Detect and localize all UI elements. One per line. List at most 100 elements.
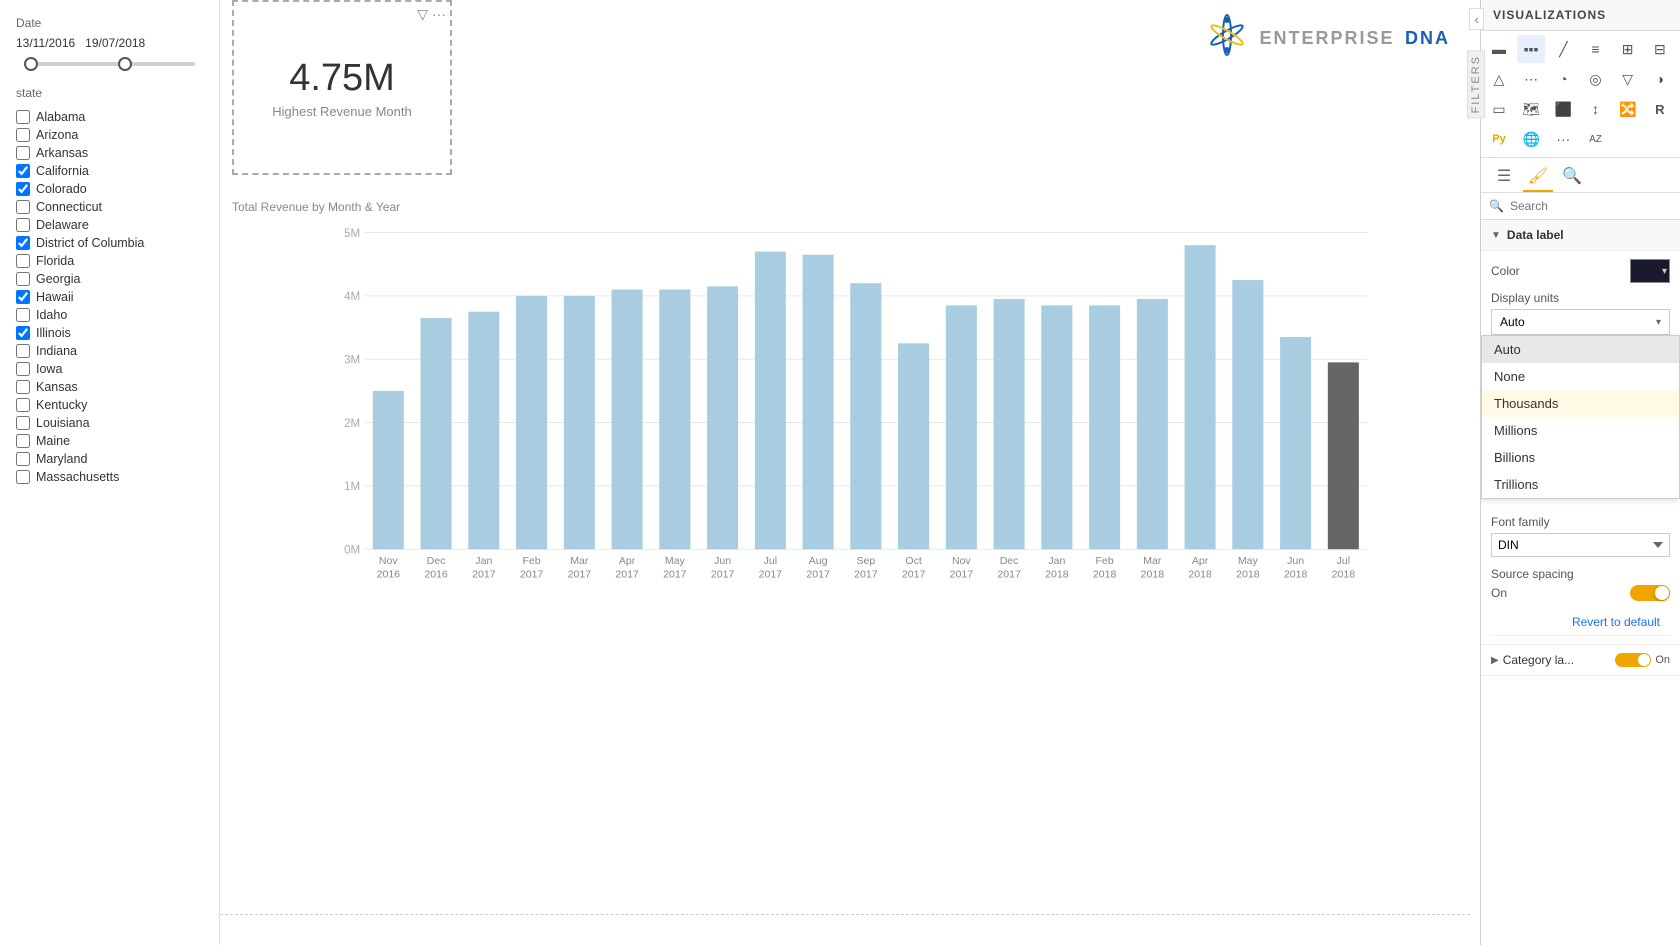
svg-text:2017: 2017 (520, 569, 544, 581)
filter-icon[interactable]: ▽ (417, 6, 428, 23)
state-checkbox-hawaii[interactable] (16, 290, 30, 304)
state-checkbox-georgia[interactable] (16, 272, 30, 286)
bar-chart-area: Total Revenue by Month & Year 5M4M3M2M1M… (232, 200, 1468, 925)
state-checkbox-alabama[interactable] (16, 110, 30, 124)
viz-donut-icon[interactable]: ◎ (1581, 65, 1609, 93)
svg-text:Feb: Feb (522, 555, 540, 567)
right-panel-tabs: ☰ 🖌 🔍 (1481, 158, 1680, 193)
dropdown-option-trillions[interactable]: Trillions (1482, 471, 1679, 498)
state-checkbox-florida[interactable] (16, 254, 30, 268)
dropdown-option-millions[interactable]: Millions (1482, 417, 1679, 444)
svg-text:2018: 2018 (1093, 569, 1117, 581)
svg-text:Jan: Jan (1048, 555, 1065, 567)
state-name: Connecticut (36, 200, 102, 214)
state-checkbox-idaho[interactable] (16, 308, 30, 322)
dna-text: DNA (1405, 28, 1450, 48)
state-item: Colorado (16, 180, 203, 198)
state-checkbox-kentucky[interactable] (16, 398, 30, 412)
state-name: Kansas (36, 380, 78, 394)
display-units-trigger[interactable]: Auto ▾ (1491, 309, 1670, 335)
state-checkbox-kansas[interactable] (16, 380, 30, 394)
dropdown-option-none[interactable]: None (1482, 363, 1679, 390)
viz-icon-grid-1: ▬ ▪▪▪ ╱ ≡ ⊞ ⊟ △ ⋯ ◔ ◎ ▽ ◑ ▭ 🗺 ⬛ ↕ 🔀 R Py… (1481, 31, 1680, 158)
state-checkbox-colorado[interactable] (16, 182, 30, 196)
state-checkbox-delaware[interactable] (16, 218, 30, 232)
logo-icon (1202, 10, 1252, 67)
svg-text:Dec: Dec (1000, 555, 1019, 567)
viz-decomp-icon[interactable]: 🌐 (1517, 125, 1545, 153)
source-spacing-toggle[interactable] (1630, 585, 1670, 601)
viz-gauge-icon[interactable]: ◑ (1646, 65, 1674, 93)
revert-button[interactable]: Revert to default (1491, 609, 1670, 636)
viz-more-icon[interactable]: ··· (1549, 125, 1577, 153)
state-checkbox-connecticut[interactable] (16, 200, 30, 214)
svg-text:2017: 2017 (854, 569, 878, 581)
filters-tab[interactable]: FILTERS (1467, 50, 1485, 118)
viz-az-icon[interactable]: AZ (1581, 125, 1609, 153)
state-checkbox-arkansas[interactable] (16, 146, 30, 160)
viz-table-icon[interactable]: ⊞ (1614, 35, 1642, 63)
state-checkbox-louisiana[interactable] (16, 416, 30, 430)
font-label: Font family (1491, 515, 1550, 529)
state-name: Louisiana (36, 416, 90, 430)
state-item: Kansas (16, 378, 203, 396)
svg-text:2017: 2017 (711, 569, 735, 581)
viz-python-icon[interactable]: Py (1485, 125, 1513, 153)
state-name: Maryland (36, 452, 87, 466)
viz-bar2-icon[interactable]: ≡ (1581, 35, 1609, 63)
logo-text: ENTERPRISE DNA (1260, 28, 1450, 49)
section-collapse-icon: ▼ (1491, 230, 1501, 241)
svg-text:Dec: Dec (427, 555, 446, 567)
svg-text:1M: 1M (344, 480, 360, 493)
viz-scatter-icon[interactable]: ⋯ (1517, 65, 1545, 93)
category-toggle-thumb (1638, 654, 1650, 666)
color-swatch[interactable]: ▾ (1630, 259, 1670, 283)
state-checkbox-california[interactable] (16, 164, 30, 178)
dropdown-option-auto[interactable]: Auto (1482, 336, 1679, 363)
viz-matrix-icon[interactable]: ⊟ (1646, 35, 1674, 63)
tab-analytics[interactable]: 🔍 (1557, 162, 1587, 192)
state-item: Iowa (16, 360, 203, 378)
state-checkbox-indiana[interactable] (16, 344, 30, 358)
state-checkbox-maryland[interactable] (16, 452, 30, 466)
viz-treemap-icon[interactable]: ⬛ (1549, 95, 1577, 123)
tab-format[interactable]: 🖌 (1523, 162, 1553, 192)
kpi-value: 4.75M (289, 57, 395, 100)
svg-text:2M: 2M (344, 417, 360, 430)
dropdown-option-thousands[interactable]: Thousands (1482, 390, 1679, 417)
state-checkbox-iowa[interactable] (16, 362, 30, 376)
viz-waterfall-icon[interactable]: ↕ (1581, 95, 1609, 123)
more-icon[interactable]: ··· (432, 6, 446, 23)
search-icon: 🔍 (1489, 199, 1504, 213)
tab-fields[interactable]: ☰ (1489, 162, 1519, 192)
viz-column-icon[interactable]: ▪▪▪ (1517, 35, 1545, 63)
data-label-header[interactable]: ▼ Data label (1481, 220, 1680, 251)
state-checkbox-district-of-columbia[interactable] (16, 236, 30, 250)
state-checkbox-maine[interactable] (16, 434, 30, 448)
viz-r-icon[interactable]: R (1646, 95, 1674, 123)
search-input[interactable] (1510, 199, 1672, 213)
category-label-section[interactable]: ▶ Category la... On (1481, 645, 1680, 676)
viz-bar-icon[interactable]: ▬ (1485, 35, 1513, 63)
viz-map-icon[interactable]: 🗺 (1517, 95, 1545, 123)
viz-card-icon[interactable]: ▭ (1485, 95, 1513, 123)
viz-area-icon[interactable]: △ (1485, 65, 1513, 93)
state-checkbox-arizona[interactable] (16, 128, 30, 142)
state-checkbox-illinois[interactable] (16, 326, 30, 340)
slider-thumb-right[interactable] (118, 57, 132, 71)
state-checkbox-massachusetts[interactable] (16, 470, 30, 484)
category-toggle[interactable] (1615, 653, 1651, 667)
svg-text:2018: 2018 (1141, 569, 1165, 581)
svg-text:2017: 2017 (568, 569, 592, 581)
date-slider[interactable] (24, 62, 195, 66)
bar-chart-svg: 5M4M3M2M1M0MNov2016Dec2016Jan2017Feb2017… (232, 222, 1468, 602)
dropdown-option-billions[interactable]: Billions (1482, 444, 1679, 471)
viz-pie-icon[interactable]: ◔ (1549, 65, 1577, 93)
viz-line-icon[interactable]: ╱ (1549, 35, 1577, 63)
category-expand-icon: ▶ (1491, 655, 1499, 666)
font-family-select[interactable]: DIN (1491, 533, 1670, 557)
viz-ribbon-icon[interactable]: 🔀 (1614, 95, 1642, 123)
viz-funnel-icon[interactable]: ▽ (1614, 65, 1642, 93)
slider-thumb-left[interactable] (24, 57, 38, 71)
collapse-panel-button[interactable]: ‹ (1469, 8, 1484, 30)
